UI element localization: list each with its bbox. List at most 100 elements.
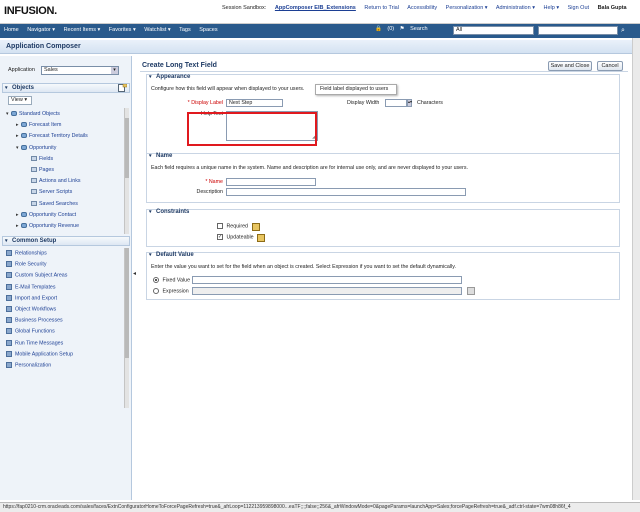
expression-input[interactable] (192, 287, 462, 295)
common-setup-item[interactable]: Mobile Application Setup (6, 350, 124, 362)
common-setup-label: Run Time Messages (15, 339, 64, 346)
scrollbar-thumb[interactable] (125, 248, 129, 358)
nav-recent-items[interactable]: Recent Items ▾ (64, 27, 101, 33)
fixed-value-option[interactable]: Fixed Value (153, 277, 190, 283)
global-header: INFUSION. Session Sandbox: AppComposer E… (0, 0, 640, 24)
nav-spaces[interactable]: Spaces (199, 27, 217, 33)
tree-item[interactable]: Saved Searches (26, 201, 78, 207)
description-label: Description (196, 189, 224, 195)
page-scrollbar[interactable] (632, 38, 640, 500)
edit-icon[interactable] (257, 234, 265, 242)
common-setup-header[interactable]: ▾ Common Setup (2, 236, 130, 246)
sign-out-link[interactable]: Sign Out (568, 5, 589, 11)
objects-header[interactable]: ▾ Objects (2, 83, 130, 93)
common-setup-label: Personalization (15, 362, 52, 369)
sandbox-name-link[interactable]: AppComposer EIB_Extensions (275, 5, 356, 11)
watchlist-icon[interactable]: 🔒 (375, 26, 382, 32)
name-input[interactable] (226, 178, 316, 186)
tree-item[interactable]: Pages (26, 167, 54, 173)
common-setup-item[interactable]: Global Functions (6, 328, 124, 339)
common-setup-item[interactable]: Personalization (6, 361, 124, 373)
updateable-checkbox[interactable]: ✓ (217, 234, 223, 240)
expression-builder-icon[interactable] (467, 287, 475, 295)
nav-home[interactable]: Home (4, 27, 19, 33)
common-setup-item[interactable]: Business Processes (6, 317, 124, 328)
tree-item-label: Pages (39, 167, 55, 173)
common-setup-item[interactable]: Relationships (6, 250, 124, 261)
collapse-icon[interactable]: ▾ (5, 237, 8, 245)
nav-tags[interactable]: Tags (179, 27, 191, 33)
personalization-menu[interactable]: Personalization ▾ (446, 5, 488, 11)
collapse-panel-icon[interactable]: ◂ (133, 270, 136, 277)
tree-item[interactable]: ▸ Forecast Item (16, 122, 61, 128)
scrollbar-thumb[interactable] (125, 118, 129, 178)
setup-icon (6, 339, 12, 346)
width-stepper[interactable]: ▴▾ (407, 99, 412, 107)
collapse-icon[interactable]: ▾ (149, 153, 154, 159)
new-object-icon[interactable] (118, 83, 128, 92)
tree-item-label: Standard Objects (19, 111, 60, 117)
display-label-label: * Display Label (187, 100, 223, 106)
common-setup-item[interactable]: Import and Export (6, 294, 124, 306)
description-input[interactable] (226, 188, 466, 196)
return-to-trial-link[interactable]: Return to Trial (364, 5, 399, 11)
page-icon (31, 189, 37, 195)
nav-watchlist[interactable]: Watchlist ▾ (144, 27, 170, 33)
save-and-close-button[interactable]: Save and Close (548, 61, 592, 71)
common-setup-item[interactable]: Role Security (6, 261, 124, 272)
fixed-value-radio[interactable] (153, 277, 159, 283)
application-select[interactable]: Sales ▾ (41, 66, 119, 75)
expression-option[interactable]: Expression (153, 288, 189, 294)
nav-favorites[interactable]: Favorites ▾ (109, 27, 136, 33)
help-menu[interactable]: Help ▾ (543, 5, 559, 11)
default-value-desc: Enter the value you want to set for the … (151, 264, 456, 270)
common-setup-item[interactable]: Object Workflows (6, 305, 124, 317)
collapse-icon[interactable]: ▾ (149, 252, 154, 258)
cancel-button[interactable]: Cancel (597, 61, 623, 71)
display-width-input[interactable] (385, 99, 407, 107)
edit-icon[interactable] (252, 223, 260, 231)
navigation-bar: Home Navigator ▾ Recent Items ▾ Favorite… (0, 24, 640, 38)
chevron-down-icon[interactable]: ▾ (111, 67, 118, 74)
status-bar-url: https://fap0210-crm.oracleads.com/sales/… (0, 502, 640, 512)
nav-navigator[interactable]: Navigator ▾ (27, 27, 55, 33)
objects-title: Objects (12, 85, 35, 91)
common-setup-item[interactable]: Custom Subject Areas (6, 272, 124, 283)
tree-item-label: Actions and Links (39, 178, 81, 185)
accessibility-link[interactable]: Accessibility (407, 5, 437, 11)
objects-scrollbar[interactable] (124, 108, 129, 234)
common-setup-item[interactable]: Run Time Messages (6, 339, 124, 351)
common-scrollbar[interactable] (124, 248, 129, 408)
common-setup-label: Object Workflows (15, 306, 57, 313)
tree-item[interactable]: ▸ Opportunity Contact (16, 212, 76, 218)
common-setup-item[interactable]: E-Mail Templates (6, 283, 124, 295)
common-setup-label: Import and Export (15, 295, 58, 302)
tree-item-label: Opportunity (29, 144, 57, 151)
constraints-section: ▾ Constraints Required ✓ Updateable (146, 209, 620, 247)
flag-icon[interactable]: ⚑ (400, 26, 405, 32)
tree-item[interactable]: ▾ Standard Objects (6, 111, 60, 117)
fixed-value-input[interactable] (192, 276, 462, 284)
tree-item[interactable]: ▾ Opportunity (16, 145, 56, 151)
expression-radio[interactable] (153, 288, 159, 294)
common-setup-label: Relationships (15, 250, 47, 257)
collapse-icon[interactable]: ▾ (149, 74, 154, 80)
tree-item[interactable]: Actions and Links (26, 178, 81, 184)
tree-item[interactable]: Server Scripts (26, 189, 72, 195)
search-input[interactable] (538, 26, 618, 35)
collapse-icon[interactable]: ▾ (5, 84, 8, 92)
view-menu-button[interactable]: View ▾ (8, 96, 32, 105)
common-setup-title: Common Setup (12, 238, 57, 244)
search-label: Search (410, 26, 428, 32)
required-checkbox[interactable] (217, 223, 223, 229)
collapse-icon[interactable]: ▾ (149, 209, 154, 215)
tree-item[interactable]: ▸ Forecast Territory Details (16, 133, 88, 139)
page-icon (31, 200, 37, 206)
tree-item[interactable]: Fields (26, 156, 53, 162)
display-label-input[interactable]: Next Step (226, 99, 283, 107)
common-setup-list: Relationships Role Security Custom Subject… (6, 250, 124, 373)
administration-menu[interactable]: Administration ▾ (496, 5, 535, 11)
tree-item[interactable]: ▸ Opportunity Revenue (16, 223, 79, 229)
search-scope-select[interactable]: All (453, 26, 534, 35)
search-icon[interactable]: ⌕ (621, 27, 625, 35)
